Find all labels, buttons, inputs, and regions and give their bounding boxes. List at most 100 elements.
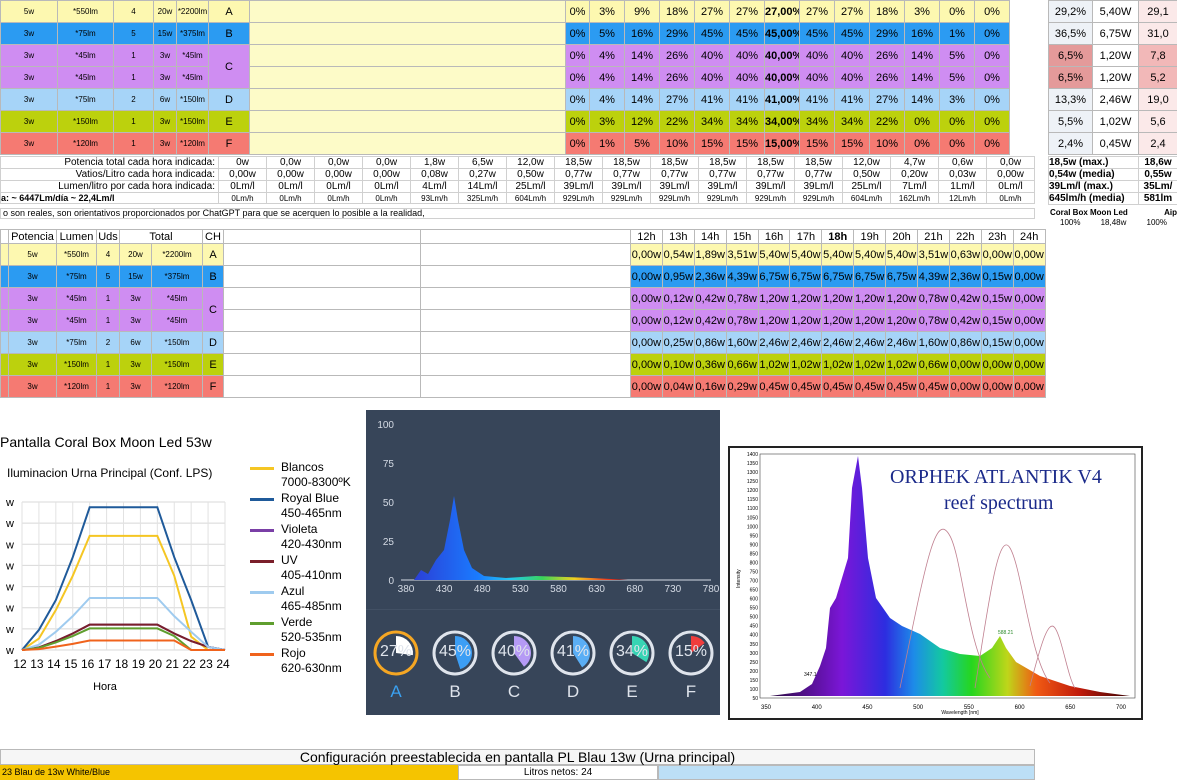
stat-val: 0Lm/h — [986, 192, 1035, 204]
legend-range: 520-535nm — [281, 630, 342, 644]
sec-val: 0,86w — [948, 331, 982, 354]
sec-val: 0,78w — [917, 287, 950, 310]
stat-val: 6,5w — [458, 156, 507, 169]
sec-val: 1,60w — [725, 331, 759, 354]
spec-y-tick: 75 — [383, 459, 395, 470]
legend-range: 465-485nm — [281, 599, 342, 613]
right-r3: 2,4 — [1138, 132, 1177, 155]
stat-val: 93Lm/h — [410, 192, 459, 204]
top-lm: *150lm — [57, 110, 114, 133]
orphek-y-tick: 750 — [750, 569, 759, 575]
top-row: 5w *550lm 4 20w *2200lm A 0% 3% 9% 18% 27% 27% 27,00… — [0, 0, 1045, 23]
sec-val: 0,00w — [948, 353, 982, 376]
top-pct: 40% — [729, 66, 766, 89]
sec-val: 0,00w — [980, 243, 1014, 266]
orphek-y-tick: 400 — [750, 633, 759, 639]
sec-val: 0,63w — [948, 243, 982, 266]
orphek-y-tick: 700 — [750, 579, 759, 585]
spreadsheet: 5w *550lm 4 20w *2200lm A 0% 3% 9% 18% 27% 27% 27,00… — [0, 0, 1177, 780]
top-pct: 34% — [799, 110, 836, 133]
right-w: 0,45W — [1092, 132, 1139, 155]
legend-item: Azul 465-485nm — [281, 584, 342, 614]
top-pct: 26% — [659, 66, 696, 89]
orphek-y-tick: 150 — [750, 678, 759, 684]
stat-val: 0,77w — [746, 168, 795, 181]
sec-val: 0,00w — [630, 353, 663, 376]
y-tick: w — [5, 582, 14, 594]
top-pct: 16% — [624, 22, 661, 45]
sec-blank2 — [420, 309, 631, 332]
y-tick: w — [5, 518, 14, 530]
top-blank — [248, 132, 567, 155]
top-pct: 0% — [939, 132, 976, 155]
top-lm: *45lm — [57, 44, 114, 67]
row-edge — [0, 243, 9, 266]
stat-val: 0,6w — [938, 156, 987, 169]
sec-val: 0,00w — [1012, 287, 1046, 310]
spectrum-curve — [414, 496, 628, 580]
sec-uds: 4 — [96, 243, 120, 266]
top-lm: *550lm — [57, 0, 114, 23]
legend-item: Rojo 620-630nm — [281, 646, 342, 676]
stat-val: 0,00w — [314, 168, 363, 181]
stat-val: 0Lm/l — [314, 180, 363, 193]
sec-val: 0,00w — [630, 331, 663, 354]
top-pct: 29% — [659, 22, 696, 45]
top-tot: 15w — [153, 22, 177, 45]
stat-val: 0,0w — [362, 156, 411, 169]
sec-val: 1,89w — [693, 243, 727, 266]
stat-val: 0,00w — [218, 168, 267, 181]
top-pct: 27,00% — [764, 0, 801, 23]
top-row: 3w *150lm 1 3w *150lm E 0% 3% 12% 22% 34% 34% 34,00%… — [0, 110, 1045, 133]
top-pct: 41% — [729, 88, 766, 111]
sec-val: 0,00w — [1012, 309, 1046, 332]
top-blank — [248, 88, 567, 111]
sec-totlm: *45lm — [151, 287, 203, 310]
top-pct: 4% — [589, 88, 626, 111]
sec-val: 0,00w — [630, 265, 663, 288]
stat-val: 18,5w — [602, 156, 651, 169]
top-lm: *75lm — [57, 88, 114, 111]
stat-val: 162Lm/h — [890, 192, 939, 204]
spec-y-tick: 100 — [377, 420, 394, 431]
stat-val: 0Lm/h — [362, 192, 411, 204]
top-pct: 27% — [694, 0, 731, 23]
hour-header: 22h — [948, 229, 982, 244]
sec-lm: *550lm — [56, 243, 97, 266]
top-tot: 3w — [153, 132, 177, 155]
orphek-y-tick: 800 — [750, 560, 759, 566]
sec-val: 4,39w — [917, 265, 950, 288]
side-note-b: Aip — [1164, 208, 1177, 217]
top-pct: 14% — [624, 44, 661, 67]
stat-label: a: ~ 6447Lm/día ~ 22,4Lm/l — [0, 192, 219, 204]
top-pct: 40% — [694, 66, 731, 89]
stat-val: 7Lm/l — [890, 180, 939, 193]
legend-range: 405-410nm — [281, 568, 342, 582]
stat-val: 25Lm/l — [506, 180, 555, 193]
legend-range: 420-430nm — [281, 537, 342, 551]
orphek-y-tick: 350 — [750, 642, 759, 648]
orphek-y-tick: 650 — [750, 588, 759, 594]
dial-channel: B — [449, 682, 461, 701]
top-pct: 5% — [624, 132, 661, 155]
sec-totlm: *45lm — [151, 309, 203, 332]
stat-label: Lumen/litro por cada hora indicada: — [0, 180, 219, 193]
sec-uds: 2 — [96, 331, 120, 354]
stat-val: 0,50w — [506, 168, 555, 181]
top-pct: 10% — [659, 132, 696, 155]
top-pct: 34% — [729, 110, 766, 133]
header-cell — [0, 229, 9, 244]
sec-val: 1,20w — [789, 287, 823, 310]
top-pct: 0% — [974, 132, 1011, 155]
sec-ch: B — [202, 265, 224, 288]
sec-val: 0,95w — [661, 265, 695, 288]
top-pw: 3w — [0, 66, 58, 89]
stat-val: 39Lm/l — [650, 180, 699, 193]
top-pct: 0% — [904, 132, 941, 155]
sec-ch: C — [202, 287, 224, 332]
sec-val: 5,40w — [821, 243, 855, 266]
legend-name: Blancos — [281, 460, 324, 474]
sec-blank2 — [420, 287, 631, 310]
sec-blank — [223, 265, 421, 288]
hour-header: 13h — [661, 229, 695, 244]
